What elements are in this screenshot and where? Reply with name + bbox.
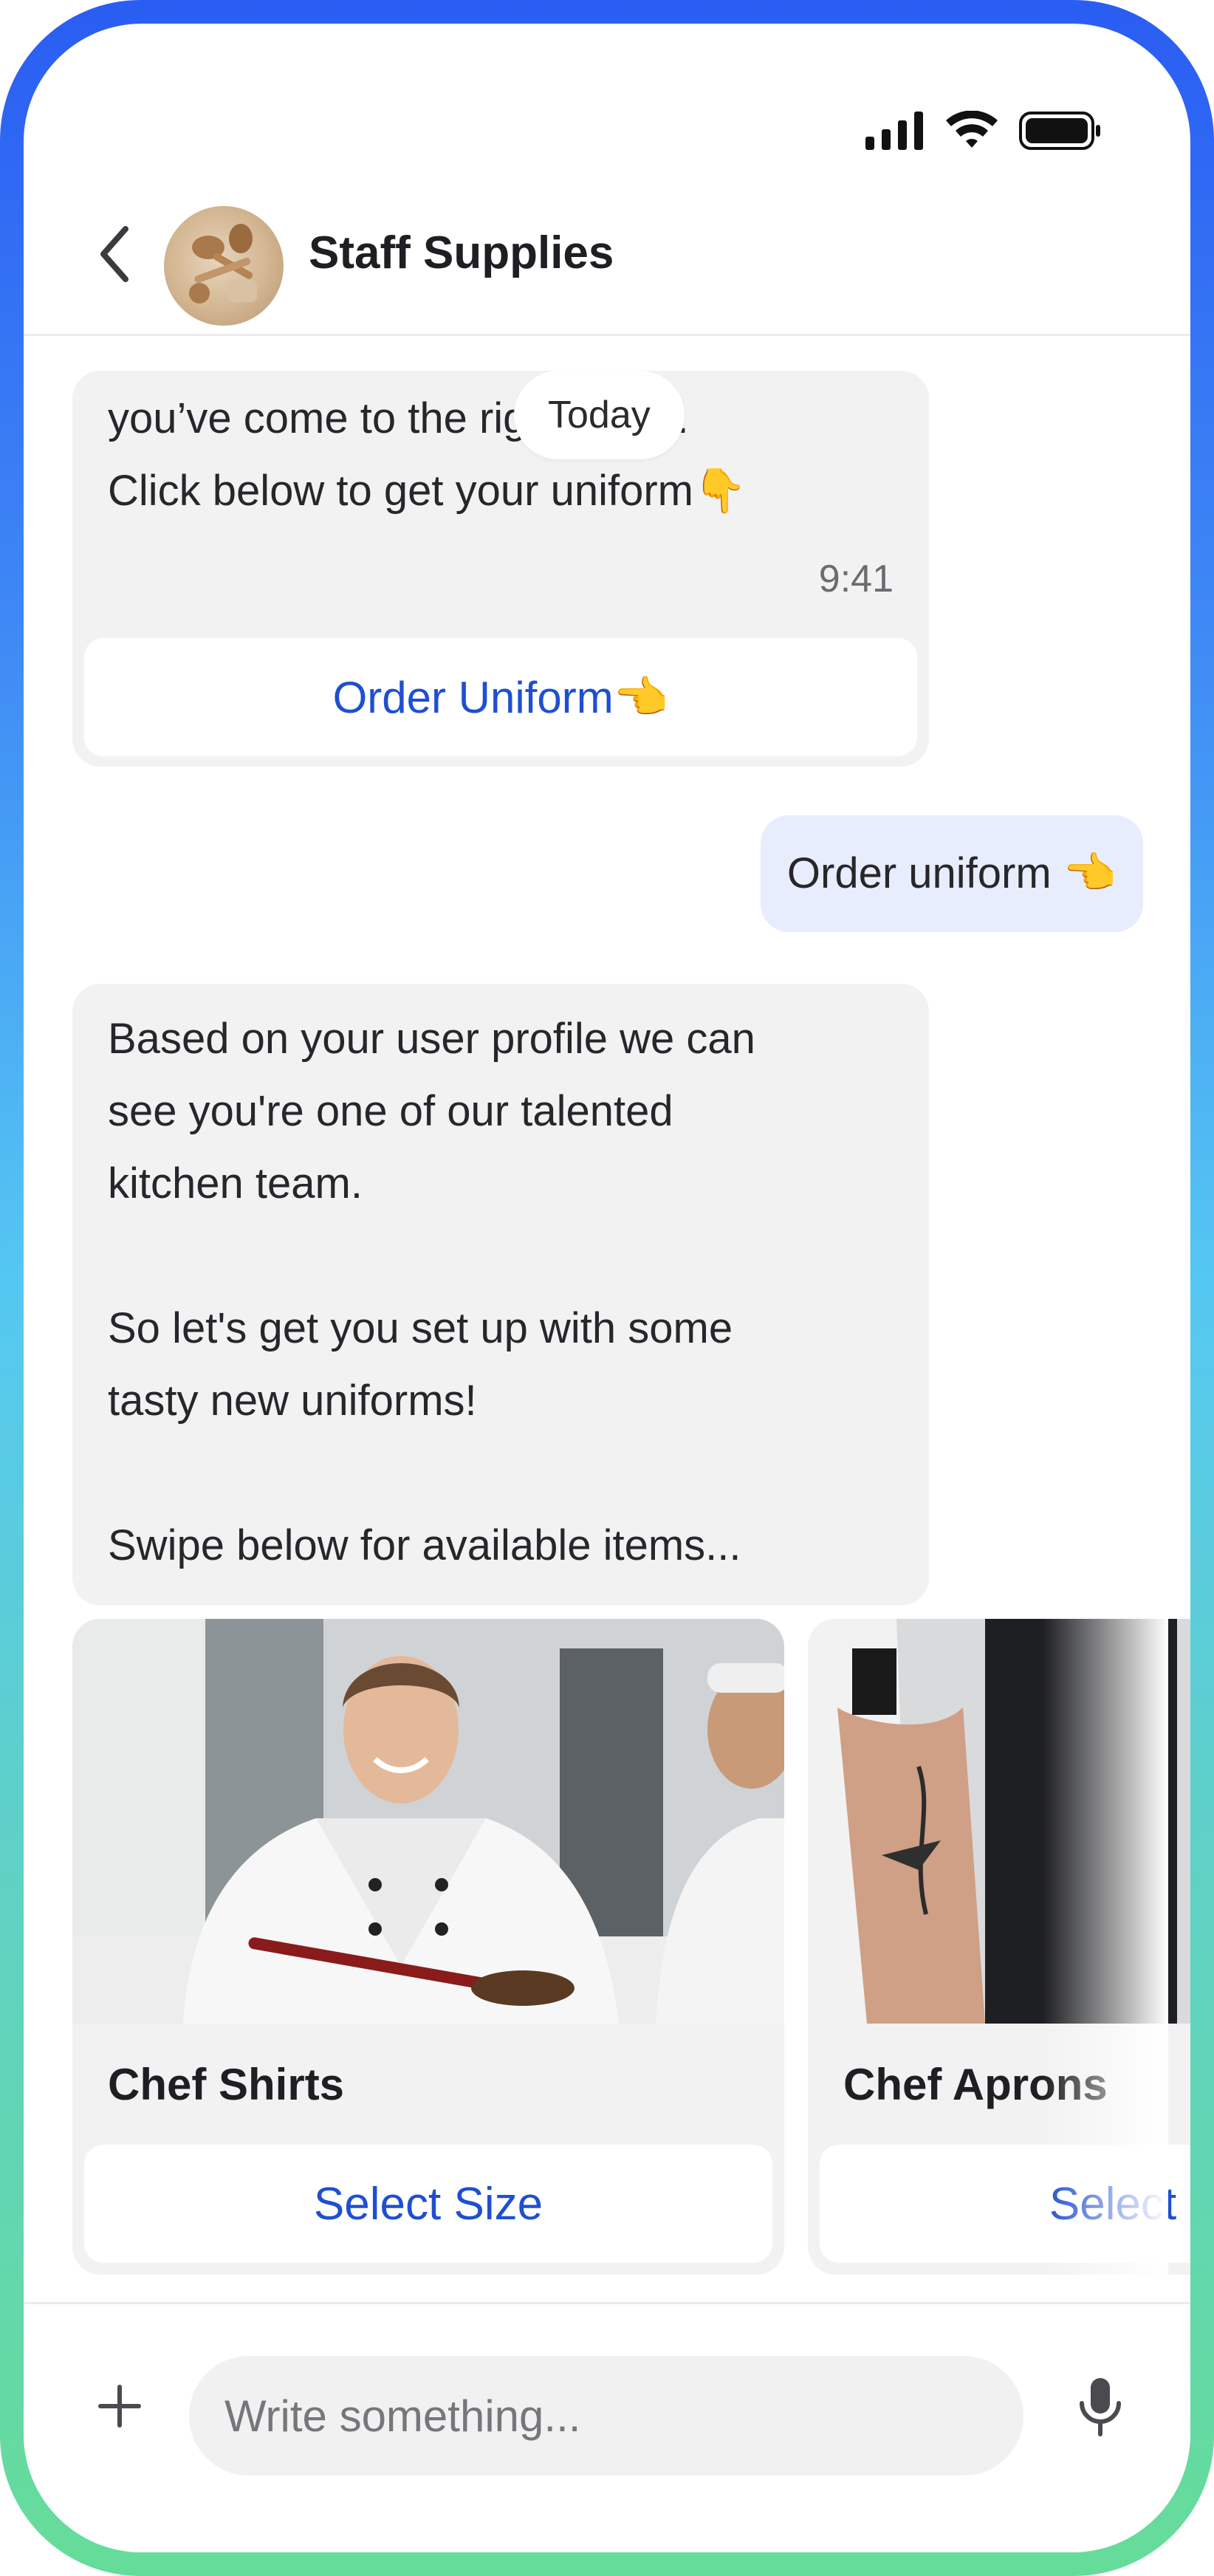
incoming-message: you’ve come to the right place. Click be… [72,371,929,767]
product-card[interactable]: Chef Shirts Select Size [72,1619,784,2275]
kitchen-utensils-icon [189,224,257,304]
signal-icon [865,112,923,150]
status-bar [24,24,1190,164]
outgoing-message: Order uniform 👈 [760,815,1143,932]
composer-bar [24,2302,1190,2552]
chevron-left-icon [100,226,128,282]
date-separator: Today [514,371,685,459]
avatar [164,206,284,326]
wifi-icon [946,111,998,148]
battery-icon [1019,112,1100,150]
attach-button[interactable] [75,2362,164,2450]
message-input[interactable] [189,2356,1023,2476]
incoming-message: Based on your user profile we can see yo… [72,984,929,1606]
voice-button[interactable] [1056,2362,1145,2450]
plus-icon [98,2385,141,2428]
phone-screen: Staff Supplies you’ve come to the right … [24,24,1190,2552]
message-text: you’ve come to the right place. Click be… [108,394,747,515]
chef-photo [72,1619,784,2024]
message-list: you’ve come to the right place. Click be… [24,334,1190,2335]
chef-shirts-image [72,1619,784,2024]
microphone-icon [1080,2378,1121,2436]
chat-header: Staff Supplies [24,175,1190,336]
message-text: Based on your user profile we can see yo… [108,1015,755,1569]
page-title: Staff Supplies [309,227,614,278]
select-size-button[interactable]: Select Size [84,2145,772,2263]
card-title: Chef Shirts [108,2060,345,2109]
carousel-fade [1043,1619,1168,2275]
message-timestamp: 9:41 [818,558,894,600]
back-button[interactable] [81,221,148,287]
status-icons [865,111,1102,151]
order-uniform-button[interactable]: Order Uniform👈 [84,638,917,756]
device-frame: Staff Supplies you’ve come to the right … [0,0,1214,2576]
